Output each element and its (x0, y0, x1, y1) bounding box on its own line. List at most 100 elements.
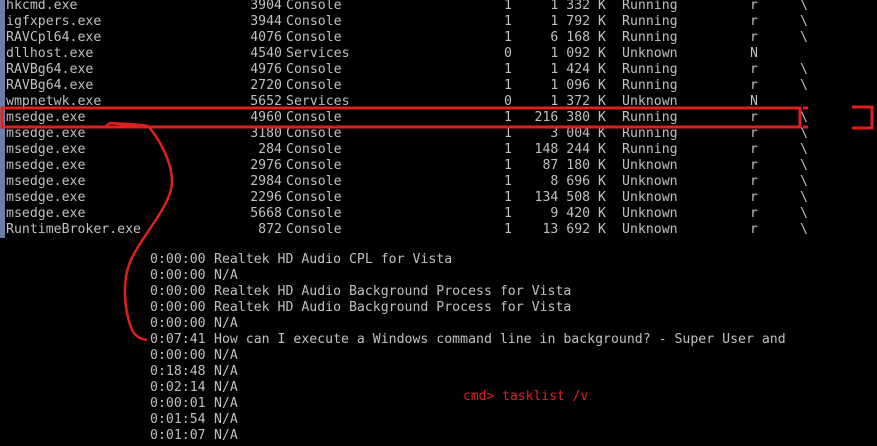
list-item: 0:00:01 N/A (0, 396, 877, 412)
command-annotation: cmd> tasklist /v (463, 389, 589, 404)
window-title: How can I execute a Windows command line… (214, 332, 786, 347)
session-number: 1 (504, 110, 512, 125)
process-status: Running (622, 142, 678, 157)
session-name: Console (286, 110, 342, 125)
session-name: Console (286, 14, 342, 29)
cpu-time: 0:07:41 (150, 332, 206, 347)
cpu-time: \ (800, 62, 808, 77)
cpu-time: 0:01:07 (150, 428, 206, 443)
session-name: Services (286, 94, 350, 109)
process-pid: 2984 (250, 174, 282, 189)
user-name: r (750, 190, 758, 205)
cpu-time: \ (800, 0, 808, 13)
process-pid: 3180 (250, 126, 282, 141)
user-name: N (750, 46, 758, 61)
cpu-time: \ (800, 158, 808, 173)
user-name: r (750, 30, 758, 45)
process-name: hkcmd.exe (6, 0, 78, 13)
cpu-time: \ (800, 30, 808, 45)
memory-usage: 3 004 K (550, 126, 606, 141)
session-name: Console (286, 206, 342, 221)
process-pid: 3904 (250, 0, 282, 13)
process-name: dllhost.exe (6, 46, 94, 61)
process-name: msedge.exe (6, 158, 86, 173)
memory-usage: 1 092 K (550, 46, 606, 61)
list-item: 0:02:14 N/A (0, 380, 877, 396)
process-status: Unknown (622, 190, 678, 205)
memory-usage: 87 180 K (542, 158, 606, 173)
memory-usage: 9 420 K (550, 206, 606, 221)
process-status: Unknown (622, 222, 678, 237)
process-pid: 2976 (250, 158, 282, 173)
window-title: N/A (214, 348, 238, 363)
process-pid: 5652 (250, 94, 282, 109)
process-status: Running (622, 78, 678, 93)
window-title: Realtek HD Audio Background Process for … (214, 284, 572, 299)
process-pid: 4540 (250, 46, 282, 61)
cpu-time: \ (800, 110, 808, 125)
memory-usage: 8 696 K (550, 174, 606, 189)
process-name: wmpnetwk.exe (6, 94, 102, 109)
cpu-time: \ (800, 206, 808, 221)
user-name: r (750, 110, 758, 125)
process-name: msedge.exe (6, 110, 86, 125)
memory-usage: 216 380 K (534, 110, 606, 125)
process-pid: 2296 (250, 190, 282, 205)
process-status: Running (622, 110, 678, 125)
session-number: 1 (504, 142, 512, 157)
table-row: wmpnetwk.exe 5652 Services 0 1 372 K Unknown N (0, 94, 877, 110)
session-number: 0 (504, 46, 512, 61)
cpu-time: 0:01:54 (150, 412, 206, 427)
user-name: r (750, 206, 758, 221)
table-row: msedge.exe 2296 Console 1 134 508 K Unknown r \ (0, 190, 877, 206)
cpu-time: \ (800, 222, 808, 237)
cpu-time: \ (800, 174, 808, 189)
process-name: msedge.exe (6, 206, 86, 221)
table-row: hkcmd.exe 3904 Console 1 1 332 K Running r \ (0, 0, 877, 14)
session-name: Console (286, 0, 342, 13)
session-number: 1 (504, 174, 512, 189)
process-pid: 3944 (250, 14, 282, 29)
table-row: igfxpers.exe 3944 Console 1 1 792 K Running r \ (0, 14, 877, 30)
table-row: msedge.exe 2976 Console 1 87 180 K Unknown r \ (0, 158, 877, 174)
memory-usage: 134 508 K (534, 190, 606, 205)
list-item: 0:00:00 N/A (0, 348, 877, 364)
process-status: Unknown (622, 46, 678, 61)
session-number: 1 (504, 206, 512, 221)
console-window[interactable]: hkcmd.exe 3904 Console 1 1 332 K Running r \ igf… (0, 0, 877, 446)
session-name: Console (286, 78, 342, 93)
list-item: 0:00:00 N/A (0, 268, 877, 284)
session-name: Console (286, 190, 342, 205)
user-name: r (750, 222, 758, 237)
window-title: N/A (214, 316, 238, 331)
list-item: 0:00:00 Realtek HD Audio Background Proce… (0, 284, 877, 300)
window-title: Realtek HD Audio CPL for Vista (214, 252, 453, 267)
list-item: 0:01:07 N/A (0, 428, 877, 444)
cpu-time: 0:02:14 (150, 380, 206, 395)
cpu-time: 0:00:01 (150, 396, 206, 411)
process-status: Unknown (622, 158, 678, 173)
process-pid: 5668 (250, 206, 282, 221)
list-item: 0:01:54 N/A (0, 412, 877, 428)
list-item: 0:18:48 N/A (0, 364, 877, 380)
user-name: r (750, 126, 758, 141)
table-row: msedge.exe 3180 Console 1 3 004 K Running r \ (0, 126, 877, 142)
session-name: Console (286, 142, 342, 157)
table-row: msedge.exe 4960 Console 1 216 380 K Running r \ (0, 110, 877, 126)
process-status: Running (622, 30, 678, 45)
user-name: r (750, 62, 758, 77)
window-title: N/A (214, 268, 238, 283)
memory-usage: 6 168 K (550, 30, 606, 45)
table-row: RAVBg64.exe 4976 Console 1 1 424 K Running r \ (0, 62, 877, 78)
cpu-time: \ (800, 190, 808, 205)
session-number: 1 (504, 158, 512, 173)
user-name: r (750, 0, 758, 13)
session-name: Console (286, 222, 342, 237)
process-name: msedge.exe (6, 142, 86, 157)
process-name: RAVBg64.exe (6, 62, 94, 77)
session-name: Console (286, 158, 342, 173)
memory-usage: 1 096 K (550, 78, 606, 93)
memory-usage: 1 332 K (550, 0, 606, 13)
window-title: N/A (214, 412, 238, 427)
session-name: Services (286, 46, 350, 61)
